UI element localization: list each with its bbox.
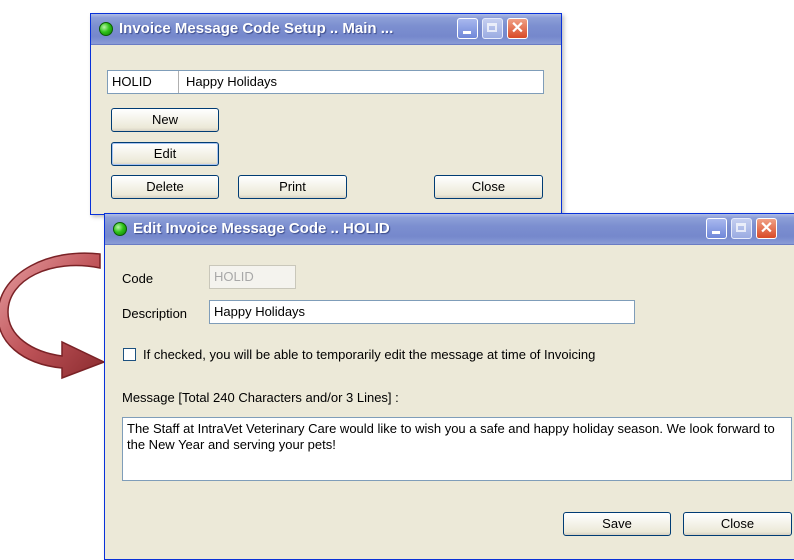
edit-at-invoicing-checkbox[interactable] (123, 348, 136, 361)
maximize-icon[interactable] (482, 18, 503, 39)
message-label: Message [Total 240 Characters and/or 3 L… (122, 390, 399, 405)
edit-window: Edit Invoice Message Code .. HOLID ✕ Cod… (104, 213, 794, 560)
code-field: HOLID (209, 265, 296, 289)
delete-button[interactable]: Delete (111, 175, 219, 199)
description-field[interactable]: Happy Holidays (209, 300, 635, 324)
message-text: The Staff at IntraVet Veterinary Care wo… (127, 421, 775, 452)
status-green-icon (99, 22, 113, 36)
status-green-icon (113, 222, 127, 236)
edit-titlebar[interactable]: Edit Invoice Message Code .. HOLID ✕ (105, 214, 794, 245)
close-icon[interactable]: ✕ (507, 18, 528, 39)
minimize-icon[interactable] (457, 18, 478, 39)
code-label: Code (122, 271, 154, 286)
edit-button[interactable]: Edit (111, 142, 219, 166)
description-label: Description (122, 306, 188, 321)
main-window: Invoice Message Code Setup .. Main ... ✕… (90, 13, 562, 215)
main-window-title: Invoice Message Code Setup .. Main ... (119, 20, 394, 37)
main-titlebar[interactable]: Invoice Message Code Setup .. Main ... ✕ (91, 14, 561, 45)
main-code-value: HOLID (112, 74, 152, 89)
main-description-value: Happy Holidays (186, 74, 278, 89)
edit-close-button[interactable]: Close (683, 512, 792, 536)
close-icon[interactable]: ✕ (756, 218, 777, 239)
code-field-value: HOLID (214, 269, 254, 284)
minimize-icon[interactable] (706, 218, 727, 239)
new-button[interactable]: New (111, 108, 219, 132)
edit-window-title: Edit Invoice Message Code .. HOLID (133, 220, 390, 237)
checkbox-label: If checked, you will be able to temporar… (143, 347, 596, 362)
code-description-field[interactable]: HOLID Happy Holidays (107, 70, 544, 94)
description-field-value: Happy Holidays (214, 304, 306, 319)
message-textarea[interactable]: The Staff at IntraVet Veterinary Care wo… (122, 417, 792, 481)
field-divider (178, 71, 179, 93)
print-button[interactable]: Print (238, 175, 347, 199)
main-close-button[interactable]: Close (434, 175, 543, 199)
curved-arrow-icon (0, 252, 106, 380)
save-button[interactable]: Save (563, 512, 671, 536)
maximize-icon[interactable] (731, 218, 752, 239)
